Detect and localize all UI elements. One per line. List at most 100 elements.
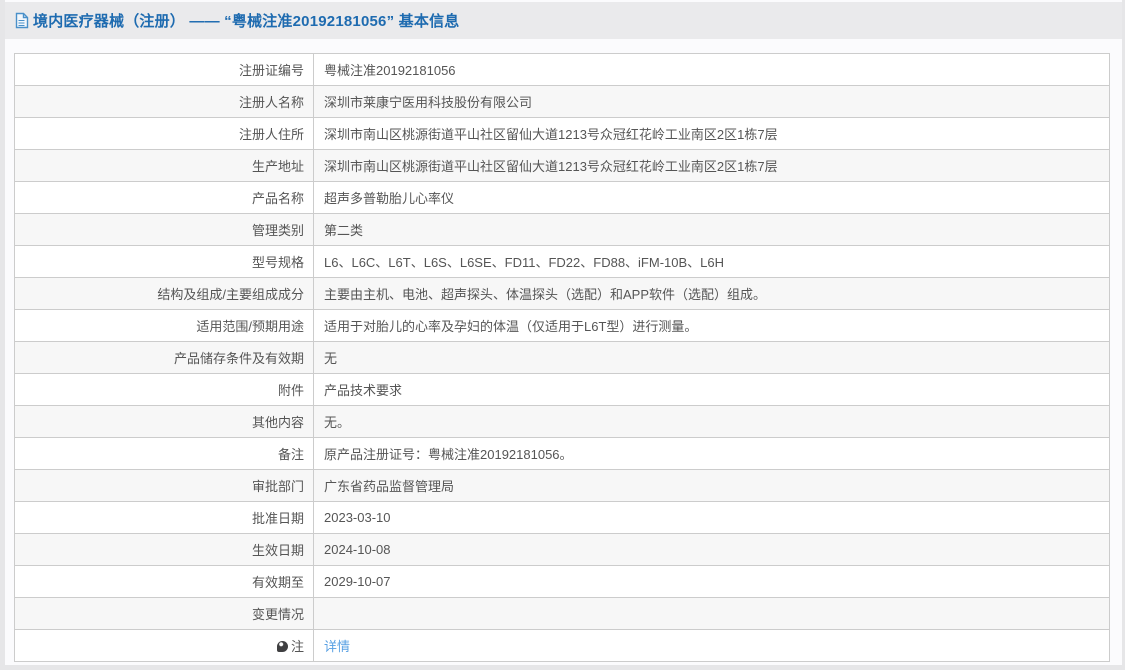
row-label: 适用范围/预期用途 — [14, 309, 314, 342]
row-label-text: 型号规格 — [251, 255, 304, 270]
row-value-text: 深圳市南山区桃源街道平山社区留仙大道1213号众冠红花岭工业南区2区1栋7层 — [324, 159, 778, 174]
row-label: 批准日期 — [14, 501, 314, 534]
row-label: 产品名称 — [14, 181, 314, 214]
row-value-text: 2029-10-07 — [324, 574, 391, 589]
content-panel: 境内医疗器械（注册） —— “粤械注准20192181056” 基本信息 注册证… — [5, 0, 1122, 665]
table-row: 生产地址 深圳市南山区桃源街道平山社区留仙大道1213号众冠红花岭工业南区2区1栋… — [14, 149, 1110, 182]
row-value: 第二类 — [313, 213, 1110, 246]
row-value: 广东省药品监督管理局 — [313, 469, 1110, 502]
row-value-text: 第二类 — [324, 223, 364, 238]
row-label: 管理类别 — [14, 213, 314, 246]
row-label-text: 注 — [290, 639, 304, 654]
row-label: 变更情况 — [14, 597, 314, 630]
row-label-text: 产品名称 — [251, 191, 304, 206]
note-icon — [276, 641, 288, 652]
registration-table-body: 注册证编号 粤械注准20192181056 注册人名称 深圳市莱康宁医用科技股份有限公… — [14, 53, 1110, 662]
document-icon — [14, 12, 29, 29]
row-value: L6、L6C、L6T、L6S、L6SE、FD11、FD22、FD88、iFM-1… — [313, 245, 1110, 278]
table-row: 审批部门 广东省药品监督管理局 — [14, 469, 1110, 502]
table-row: 产品储存条件及有效期 无 — [14, 341, 1110, 374]
table-row: 注册人住所 深圳市南山区桃源街道平山社区留仙大道1213号众冠红花岭工业南区2区1… — [14, 117, 1110, 150]
row-value-text: 超声多普勒胎儿心率仪 — [324, 191, 455, 206]
row-label-text: 生效日期 — [251, 543, 304, 558]
row-label-text: 适用范围/预期用途 — [196, 319, 304, 334]
table-row: 变更情况 — [14, 597, 1110, 630]
row-value: 2023-03-10 — [313, 501, 1110, 534]
row-label: 其他内容 — [14, 405, 314, 438]
row-value: 无。 — [313, 405, 1110, 438]
table-row: 管理类别 第二类 — [14, 213, 1110, 246]
row-label: 生产地址 — [14, 149, 314, 182]
table-row: 附件 产品技术要求 — [14, 373, 1110, 406]
row-value: 2029-10-07 — [313, 565, 1110, 598]
row-label: 附件 — [14, 373, 314, 406]
table-row: 其他内容 无。 — [14, 405, 1110, 438]
row-label-text: 产品储存条件及有效期 — [173, 351, 304, 366]
row-label-text: 变更情况 — [251, 607, 304, 622]
row-value: 深圳市南山区桃源街道平山社区留仙大道1213号众冠红花岭工业南区2区1栋7层 — [313, 117, 1110, 150]
row-value: 产品技术要求 — [313, 373, 1110, 406]
table-row: 有效期至 2029-10-07 — [14, 565, 1110, 598]
row-label: 审批部门 — [14, 469, 314, 502]
row-label-text: 注册人名称 — [238, 95, 304, 110]
row-value-text: 主要由主机、电池、超声探头、体温探头（选配）和APP软件（选配）组成。 — [324, 287, 767, 302]
row-value: 2024-10-08 — [313, 533, 1110, 566]
row-label: 注册人名称 — [14, 85, 314, 118]
row-value-text: 原产品注册证号：粤械注准20192181056。 — [324, 447, 573, 462]
row-value-text: L6、L6C、L6T、L6S、L6SE、FD11、FD22、FD88、iFM-1… — [324, 255, 725, 270]
row-value-text: 粤械注准20192181056 — [324, 63, 456, 78]
table-row: 产品名称 超声多普勒胎儿心率仪 — [14, 181, 1110, 214]
row-label-text: 批准日期 — [251, 511, 304, 526]
row-value — [313, 597, 1110, 630]
row-label: 生效日期 — [14, 533, 314, 566]
row-label-text: 结构及组成/主要组成成分 — [157, 287, 304, 302]
row-label-text: 有效期至 — [251, 575, 304, 590]
registration-table: 注册证编号 粤械注准20192181056 注册人名称 深圳市莱康宁医用科技股份有限公… — [14, 53, 1110, 662]
row-value-text: 无 — [324, 351, 338, 366]
row-label-text: 其他内容 — [251, 415, 304, 430]
row-label: 注册人住所 — [14, 117, 314, 150]
row-label: 产品储存条件及有效期 — [14, 341, 314, 374]
row-value: 深圳市莱康宁医用科技股份有限公司 — [313, 85, 1110, 118]
row-label-text: 审批部门 — [251, 479, 304, 494]
row-value: 详情 — [313, 629, 1110, 662]
row-label-text: 备注 — [277, 447, 304, 462]
row-label-text: 附件 — [277, 383, 304, 398]
row-value-text: 无。 — [324, 415, 351, 430]
row-value-text: 广东省药品监督管理局 — [324, 479, 455, 494]
table-row: 生效日期 2024-10-08 — [14, 533, 1110, 566]
page-title: 境内医疗器械（注册） —— “粤械注准20192181056” 基本信息 — [33, 13, 460, 30]
table-row: 型号规格 L6、L6C、L6T、L6S、L6SE、FD11、FD22、FD88、i… — [14, 245, 1110, 278]
row-value: 无 — [313, 341, 1110, 374]
table-row: 结构及组成/主要组成成分 主要由主机、电池、超声探头、体温探头（选配）和APP软件… — [14, 277, 1110, 310]
table-row: 批准日期 2023-03-10 — [14, 501, 1110, 534]
row-value: 粤械注准20192181056 — [313, 53, 1110, 86]
row-value: 适用于对胎儿的心率及孕妇的体温（仅适用于L6T型）进行测量。 — [313, 309, 1110, 342]
row-value-text: 产品技术要求 — [324, 383, 403, 398]
row-label-text: 生产地址 — [251, 159, 304, 174]
row-label: 型号规格 — [14, 245, 314, 278]
row-value-text: 适用于对胎儿的心率及孕妇的体温（仅适用于L6T型）进行测量。 — [324, 319, 698, 334]
row-label-text: 管理类别 — [251, 223, 304, 238]
row-value: 原产品注册证号：粤械注准20192181056。 — [313, 437, 1110, 470]
row-value: 深圳市南山区桃源街道平山社区留仙大道1213号众冠红花岭工业南区2区1栋7层 — [313, 149, 1110, 182]
header-bar: 境内医疗器械（注册） —— “粤械注准20192181056” 基本信息 — [5, 2, 1122, 39]
row-label: 备注 — [14, 437, 314, 470]
row-label: 注 — [14, 629, 314, 662]
table-row: 注册证编号 粤械注准20192181056 — [14, 53, 1110, 86]
row-label-text: 注册证编号 — [238, 63, 304, 78]
table-row: 备注 原产品注册证号：粤械注准20192181056。 — [14, 437, 1110, 470]
row-value-text: 2023-03-10 — [324, 510, 391, 525]
table-row: 注 详情 — [14, 629, 1110, 662]
row-label: 注册证编号 — [14, 53, 314, 86]
row-value: 主要由主机、电池、超声探头、体温探头（选配）和APP软件（选配）组成。 — [313, 277, 1110, 310]
row-label: 结构及组成/主要组成成分 — [14, 277, 314, 310]
row-value: 超声多普勒胎儿心率仪 — [313, 181, 1110, 214]
row-label-text: 注册人住所 — [238, 127, 304, 142]
row-value-text: 深圳市莱康宁医用科技股份有限公司 — [324, 95, 533, 110]
details-link[interactable]: 详情 — [324, 639, 350, 654]
row-value-text: 深圳市南山区桃源街道平山社区留仙大道1213号众冠红花岭工业南区2区1栋7层 — [324, 127, 778, 142]
table-row: 注册人名称 深圳市莱康宁医用科技股份有限公司 — [14, 85, 1110, 118]
row-value-text: 2024-10-08 — [324, 542, 391, 557]
row-label: 有效期至 — [14, 565, 314, 598]
